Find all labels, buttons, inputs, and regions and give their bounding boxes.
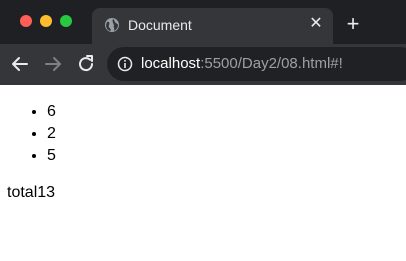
window-controls [20, 15, 72, 27]
close-window-button[interactable] [20, 15, 32, 27]
url-text: localhost:5500/Day2/08.html#! [141, 55, 343, 73]
minimize-window-button[interactable] [40, 15, 52, 27]
new-tab-button[interactable]: + [341, 12, 365, 36]
back-arrow-icon[interactable] [9, 53, 31, 75]
tab-close-icon[interactable]: ✕ [306, 14, 326, 34]
browser-toolbar: localhost:5500/Day2/08.html#! [0, 44, 406, 85]
list-item: 5 [47, 145, 56, 167]
url-path: :5500/Day2/08.html#! [200, 55, 343, 72]
forward-arrow-icon[interactable] [42, 53, 64, 75]
zoom-window-button[interactable] [60, 15, 72, 27]
tab-title: Document [128, 17, 192, 33]
page-content: 6 2 5 total13 [0, 85, 406, 261]
reload-icon[interactable] [75, 53, 97, 75]
total-text: total13 [7, 184, 56, 201]
url-host: localhost [141, 55, 201, 72]
tab-document[interactable]: Document ✕ [92, 8, 333, 44]
list-item: 2 [47, 123, 56, 145]
tab-strip: Document ✕ + [0, 0, 406, 44]
address-bar[interactable]: localhost:5500/Day2/08.html#! [107, 47, 406, 81]
globe-icon [105, 18, 119, 32]
info-icon[interactable] [117, 56, 133, 72]
number-list: 6 2 5 [0, 101, 56, 167]
list-item: 6 [47, 101, 56, 123]
